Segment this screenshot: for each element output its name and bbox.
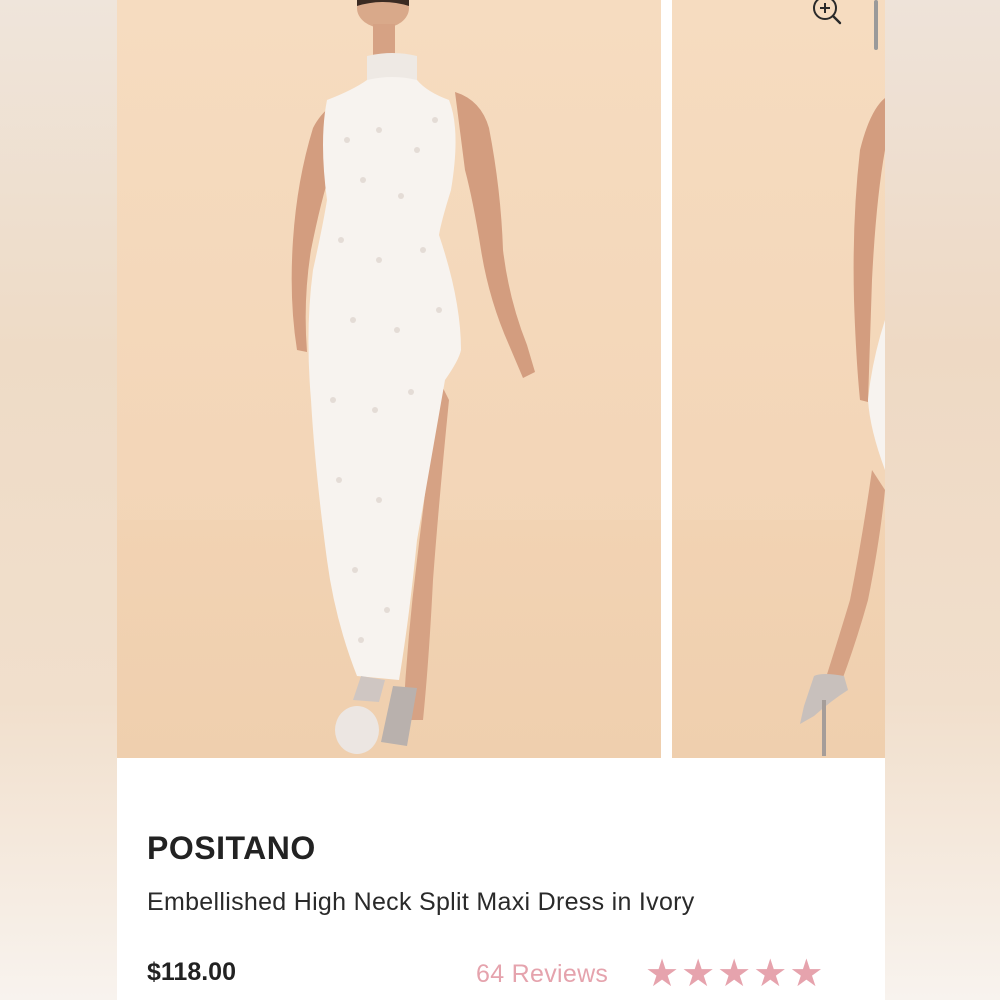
product-image-next[interactable] [672,0,885,758]
product-info: POSITANO Embellished High Neck Split Max… [117,758,885,1000]
star-icon: ★ [645,951,680,995]
star-icon: ★ [789,951,824,995]
blurred-background-left [0,0,117,1000]
product-price: $118.00 [147,958,236,986]
star-icon: ★ [753,951,788,995]
blurred-background-right [885,0,1000,1000]
zoom-button[interactable] [805,0,845,26]
model-side-illustration [800,98,885,756]
product-title: Embellished High Neck Split Maxi Dress i… [147,888,695,916]
image-gallery[interactable] [117,0,885,758]
product-image-main[interactable] [117,0,661,758]
rating-stars[interactable]: ★ ★ ★ ★ ★ [645,954,823,992]
star-icon: ★ [717,951,752,995]
zoom-in-icon [813,0,842,25]
model-front-illustration [291,0,535,754]
gallery-scrollbar[interactable] [874,0,878,50]
product-brand: POSITANO [147,830,316,866]
star-icon: ★ [681,951,716,995]
reviews-link[interactable]: 64 Reviews [476,960,608,989]
product-page: POSITANO Embellished High Neck Split Max… [117,0,885,1000]
